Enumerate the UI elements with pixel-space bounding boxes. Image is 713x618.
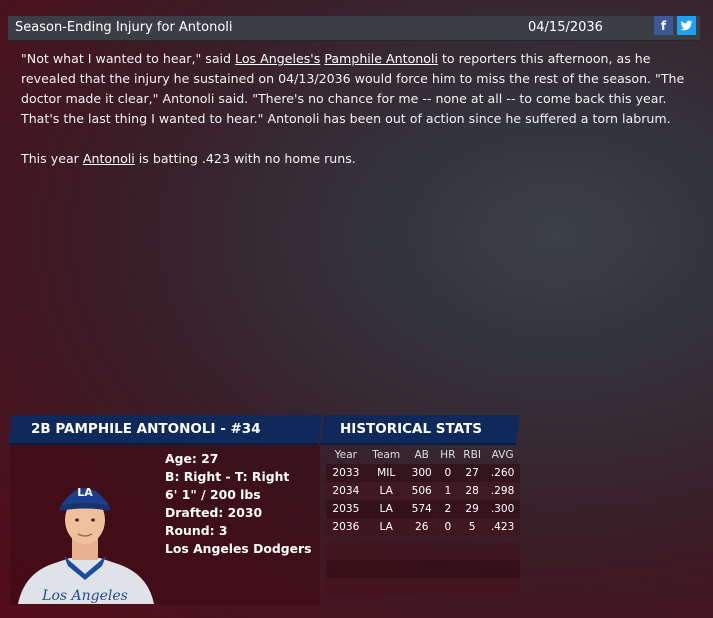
article-body: "Not what I wanted to hear," said Los An… (21, 49, 689, 189)
stats-row: 2034 LA 506 1 28 .298 (326, 482, 520, 500)
cell-ab: 26 (406, 518, 437, 536)
col-team: Team (372, 449, 401, 461)
cell-avg: .300 (485, 500, 520, 518)
player-link[interactable]: Pamphile Antonoli (324, 51, 438, 66)
twitter-icon[interactable] (677, 16, 696, 35)
player-info: Age: 27 B: Right - T: Right 6' 1" / 200 … (165, 450, 312, 558)
cell-hr: 0 (436, 518, 460, 536)
player-bats-throws: B: Right - T: Right (165, 469, 290, 484)
facebook-icon-glyph: f (660, 18, 667, 33)
cell-team: LA (365, 482, 407, 500)
stats-row: 2035 LA 574 2 29 .300 (326, 500, 520, 518)
cell-year: 2034 (326, 482, 366, 500)
svg-text:LA: LA (77, 486, 93, 499)
cap-logo: LA (77, 486, 93, 499)
article-text: "Not what I wanted to hear," said (21, 51, 236, 66)
col-avg: AVG (491, 449, 514, 461)
cell-year: 2036 (326, 518, 366, 536)
player-team: Los Angeles Dodgers (165, 541, 312, 556)
player-height-weight: 6' 1" / 200 lbs (165, 487, 261, 502)
cell-team: LA (365, 518, 407, 536)
article-paragraph-1: "Not what I wanted to hear," said Los An… (21, 49, 689, 129)
cell-year: 2035 (326, 500, 366, 518)
col-year: Year (334, 449, 358, 461)
player-age: Age: 27 (165, 451, 219, 466)
stats-row: 2033 MIL 300 0 27 .260 (326, 464, 520, 482)
facebook-icon[interactable]: f (654, 16, 673, 35)
jersey-text: Los Angeles (41, 588, 128, 604)
player-drafted: Drafted: 2030 (165, 505, 263, 520)
news-title: Season-Ending Injury for Antonoli (15, 20, 233, 35)
article-text: This year (21, 151, 83, 167)
player-avatar[interactable]: Los Angeles LA (14, 462, 156, 604)
cell-avg: .423 (485, 518, 520, 536)
cell-avg: .298 (485, 482, 520, 500)
cell-rbi: 27 (459, 464, 486, 482)
cell-rbi: 28 (459, 482, 486, 500)
stats-banner-title: HISTORICAL STATS (340, 421, 483, 437)
cell-hr: 0 (436, 464, 460, 482)
team-link[interactable]: Los Angeles's (235, 51, 320, 66)
stats-row: 2036 LA 26 0 5 .423 (326, 518, 520, 536)
col-ab: AB (414, 449, 429, 461)
cell-avg: .260 (485, 464, 520, 482)
svg-text:Los Angeles: Los Angeles (41, 588, 128, 604)
news-date: 04/15/2036 (528, 20, 603, 35)
cell-ab: 506 (406, 482, 437, 500)
stats-empty-row (326, 560, 520, 578)
cell-year: 2033 (326, 464, 366, 482)
article-paragraph-2: This year Antonoli is batting .423 with … (21, 149, 689, 169)
cell-ab: 300 (406, 464, 437, 482)
stats-empty-row (326, 578, 520, 596)
cell-hr: 2 (436, 500, 460, 518)
cell-rbi: 29 (459, 500, 486, 518)
stats-empty-row (326, 542, 520, 560)
player-link-2[interactable]: Antonoli (83, 151, 135, 166)
stats-header-row: Year Team AB HR RBI AVG (326, 446, 520, 464)
cell-team: LA (365, 500, 407, 518)
article-text: is batting .423 with no home runs. (134, 151, 356, 167)
player-banner-title: 2B PAMPHILE ANTONOLI - #34 (31, 421, 261, 437)
news-header-bar: Season-Ending Injury for Antonoli 04/15/… (8, 16, 700, 41)
cell-team: MIL (365, 464, 407, 482)
cell-ab: 574 (406, 500, 437, 518)
historical-stats-table: Year Team AB HR RBI AVG 2033 MIL 300 0 2… (326, 446, 520, 536)
cell-rbi: 5 (459, 518, 486, 536)
player-round: Round: 3 (165, 523, 228, 538)
col-rbi: RBI (463, 449, 482, 461)
col-hr: HR (440, 449, 456, 461)
cell-hr: 1 (436, 482, 460, 500)
